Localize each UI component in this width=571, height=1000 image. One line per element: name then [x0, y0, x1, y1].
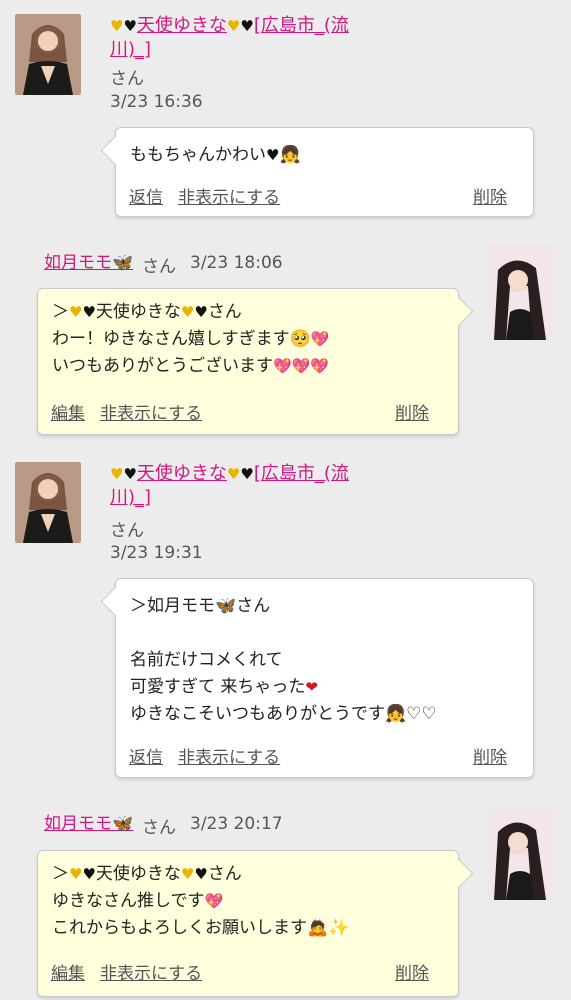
yellow-heart-icon: ♥	[110, 465, 124, 483]
outline-heart-icon: ♡	[406, 704, 422, 724]
sparkles-icon: ✨	[328, 918, 350, 938]
comment-bubble: ＞♥♥天使ゆきな♥♥さん わー！ゆきなさん嬉しすぎます🥺💖 いつもありがとうござ…	[37, 288, 474, 435]
sparkling-heart-icon: 💖	[310, 357, 330, 375]
avatar-momo[interactable]	[488, 808, 556, 900]
author-name-link[interactable]: 如月モモ🦋	[44, 812, 133, 836]
honorific-label: さん	[142, 257, 176, 277]
honorific-label: さん	[110, 69, 144, 89]
black-heart-icon: ♥	[266, 146, 280, 164]
reply-button[interactable]: 返信	[129, 743, 163, 768]
black-heart-icon: ♥	[240, 465, 254, 483]
comment-text: ももちゃんかわい♥👧	[130, 142, 301, 169]
avatar-yukina[interactable]	[15, 14, 81, 95]
black-heart-icon: ♥	[82, 303, 96, 321]
comment-timestamp: 3/23 20:17	[190, 814, 283, 834]
yellow-heart-icon: ♥	[226, 17, 241, 35]
pleading-face-icon: 🥺	[289, 329, 311, 349]
red-heart-icon: ❤	[305, 678, 318, 696]
reply-button[interactable]: 返信	[129, 183, 163, 208]
comment-bubble: ももちゃんかわい♥👧 返信 非表示にする 削除	[100, 127, 534, 217]
hide-button[interactable]: 非表示にする	[178, 743, 280, 768]
comment-text: ＞♥♥天使ゆきな♥♥さん ゆきなさん推しです💖 これからもよろしくお願いします🙇…	[52, 861, 349, 942]
author-name-link[interactable]: 如月モモ🦋	[44, 251, 133, 275]
comment-text: ＞♥♥天使ゆきな♥♥さん わー！ゆきなさん嬉しすぎます🥺💖 いつもありがとうござ…	[52, 299, 330, 380]
hide-button[interactable]: 非表示にする	[178, 183, 280, 208]
comment-bubble: ＞♥♥天使ゆきな♥♥さん ゆきなさん推しです💖 これからもよろしくお願いします🙇…	[37, 850, 474, 997]
yellow-heart-icon: ♥	[180, 865, 195, 883]
delete-button[interactable]: 削除	[473, 743, 507, 768]
edit-button[interactable]: 編集	[51, 959, 85, 984]
black-heart-icon: ♥	[123, 465, 137, 483]
author-name-link[interactable]: ♥♥天使ゆきな♥♥[広島市_(流 川)_]	[110, 14, 410, 62]
butterfly-icon: 🦋	[215, 596, 237, 616]
comment-bubble: ＞如月モモ🦋さん 名前だけコメくれて 可愛すぎて 来ちゃった❤ ゆきなこそいつも…	[100, 578, 534, 778]
honorific-label: さん	[142, 818, 176, 838]
delete-button[interactable]: 削除	[473, 183, 507, 208]
bowing-person-icon: 🙇	[307, 918, 329, 938]
avatar-yukina[interactable]	[15, 462, 81, 543]
blonde-girl-icon: 👧	[279, 145, 301, 165]
comment-text: ＞如月モモ🦋さん 名前だけコメくれて 可愛すぎて 来ちゃった❤ ゆきなこそいつも…	[130, 596, 437, 724]
black-heart-icon: ♥	[194, 303, 208, 321]
sparkling-heart-icon: 💖	[204, 892, 224, 910]
black-heart-icon: ♥	[240, 17, 254, 35]
comment-timestamp: 3/23 16:36	[110, 92, 203, 112]
delete-button[interactable]: 削除	[395, 399, 429, 424]
delete-button[interactable]: 削除	[395, 959, 429, 984]
sparkling-heart-icon: 💖	[273, 357, 292, 375]
author-name-link[interactable]: ♥♥天使ゆきな♥♥[広島市_(流 川)_]	[110, 462, 410, 510]
yellow-heart-icon: ♥	[69, 865, 83, 883]
yellow-heart-icon: ♥	[226, 465, 241, 483]
comment-timestamp: 3/23 18:06	[190, 253, 283, 273]
sparkling-heart-icon: 💖	[291, 357, 311, 375]
edit-button[interactable]: 編集	[51, 399, 85, 424]
yellow-heart-icon: ♥	[69, 303, 83, 321]
black-heart-icon: ♥	[123, 17, 137, 35]
black-heart-icon: ♥	[194, 865, 208, 883]
hide-button[interactable]: 非表示にする	[100, 959, 202, 984]
hide-button[interactable]: 非表示にする	[100, 399, 202, 424]
honorific-label: さん	[110, 521, 144, 541]
butterfly-icon: 🦋	[112, 814, 134, 834]
butterfly-icon: 🦋	[112, 253, 134, 273]
outline-heart-icon: ♡	[421, 704, 437, 724]
yellow-heart-icon: ♥	[180, 303, 195, 321]
avatar-momo[interactable]	[488, 246, 556, 340]
yellow-heart-icon: ♥	[110, 17, 124, 35]
comment-timestamp: 3/23 19:31	[110, 543, 203, 563]
black-heart-icon: ♥	[82, 865, 96, 883]
sparkling-heart-icon: 💖	[310, 330, 330, 348]
blonde-girl-icon: 👧	[385, 704, 407, 724]
